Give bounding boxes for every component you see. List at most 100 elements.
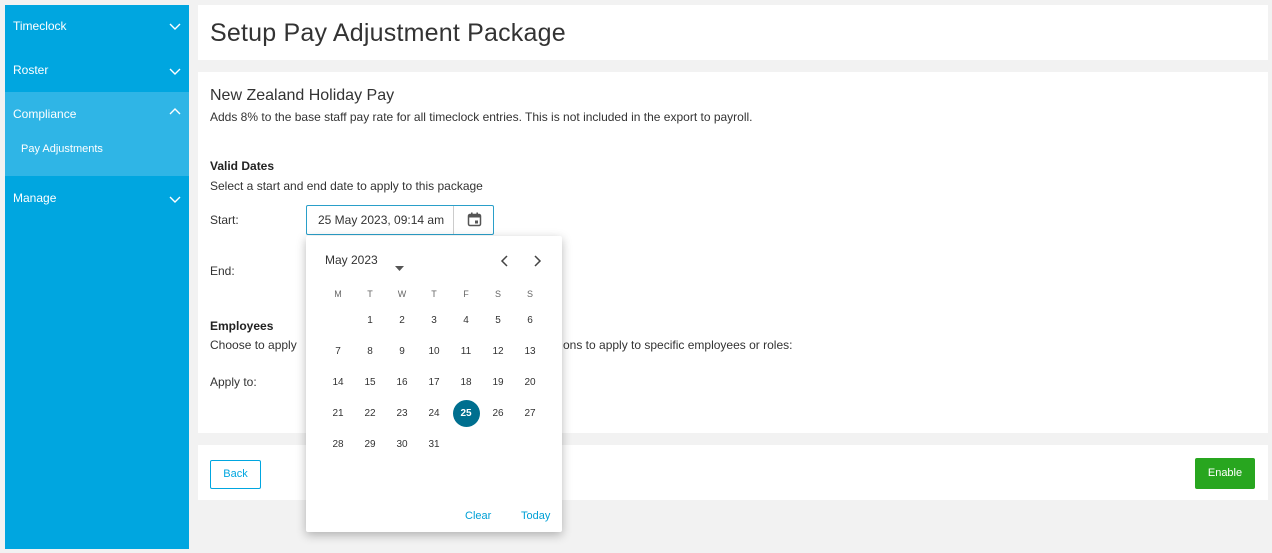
start-date-field[interactable]: 25 May 2023, 09:14 am — [306, 205, 494, 235]
sidebar-item-compliance[interactable]: Compliance Pay Adjustments — [5, 92, 189, 176]
calendar-day[interactable]: 14 — [322, 371, 354, 402]
calendar-day[interactable]: 6 — [514, 309, 546, 340]
calendar-day[interactable]: 10 — [418, 340, 450, 371]
chevron-right-icon[interactable] — [531, 254, 543, 268]
calendar-day-label: 4 — [463, 315, 469, 326]
calendar-day[interactable]: 13 — [514, 340, 546, 371]
calendar-day-label: 26 — [492, 408, 504, 419]
calendar-day[interactable]: 30 — [386, 433, 418, 464]
calendar-day-label: 12 — [492, 346, 504, 357]
valid-dates-text: Select a start and end date to apply to … — [210, 179, 483, 193]
sidebar-item-label: Compliance — [13, 107, 77, 121]
calendar-day[interactable]: 23 — [386, 402, 418, 433]
calendar-day[interactable]: 7 — [322, 340, 354, 371]
calendar-week-row: 1 2 3 4 5 6 — [322, 309, 546, 340]
calendar-day-label: 23 — [396, 408, 408, 419]
calendar-day[interactable]: 2 — [386, 309, 418, 340]
calendar-week-row: 14 15 16 17 18 19 20 — [322, 371, 546, 402]
calendar-button[interactable] — [453, 206, 493, 234]
calendar-day-label: 18 — [460, 377, 472, 388]
back-button[interactable]: Back — [210, 460, 261, 489]
calendar-day[interactable]: 29 — [354, 433, 386, 464]
weekday-label: S — [526, 289, 533, 299]
calendar-day-label: 11 — [460, 346, 472, 357]
sidebar-item-manage[interactable]: Manage — [5, 176, 189, 220]
calendar-month-label[interactable]: May 2023 — [325, 253, 378, 267]
calendar-day-label: 29 — [364, 439, 376, 450]
start-date-value[interactable]: 25 May 2023, 09:14 am — [318, 213, 444, 227]
calendar-day[interactable]: 28 — [322, 433, 354, 464]
calendar-day[interactable]: 9 — [386, 340, 418, 371]
calendar-day-label: 15 — [364, 377, 376, 388]
calendar-week-row: 7 8 9 10 11 12 13 — [322, 340, 546, 371]
chevron-down-icon — [169, 68, 181, 78]
clear-button[interactable]: Clear — [465, 510, 491, 522]
calendar-day-label: 30 — [396, 439, 408, 450]
sidebar-subitem-pay-adjustments[interactable]: Pay Adjustments — [21, 143, 103, 155]
calendar-day[interactable]: 11 — [450, 340, 482, 371]
weekday-label: F — [463, 289, 469, 299]
calendar-day-label: 13 — [524, 346, 536, 357]
calendar-day[interactable]: 22 — [354, 402, 386, 433]
weekday-label: W — [397, 289, 407, 299]
calendar-day-label: 31 — [428, 439, 440, 450]
calendar-day-label: 22 — [364, 408, 376, 419]
sidebar-item-timeclock[interactable]: Timeclock — [5, 5, 189, 48]
calendar-day[interactable]: 27 — [514, 402, 546, 433]
calendar-day-label: 27 — [524, 408, 536, 419]
calendar-day-label: 3 — [431, 315, 437, 326]
employees-text: Choose to apply — [210, 338, 297, 352]
calendar-empty-cell — [322, 309, 354, 340]
chevron-up-icon — [169, 107, 181, 117]
calendar-day-label: 2 — [399, 315, 405, 326]
caret-down-icon[interactable] — [395, 258, 404, 276]
calendar-day[interactable]: 4 — [450, 309, 482, 340]
sidebar: Timeclock Roster Compliance Pay Adjustme… — [5, 5, 189, 549]
weekday-label: T — [367, 289, 373, 299]
calendar-day[interactable]: 31 — [418, 433, 450, 464]
calendar-day[interactable]: 15 — [354, 371, 386, 402]
chevron-down-icon — [169, 196, 181, 206]
valid-dates-heading: Valid Dates — [210, 159, 275, 173]
sidebar-item-roster[interactable]: Roster — [5, 48, 189, 92]
apply-to-label: Apply to: — [210, 375, 257, 389]
package-description: Adds 8% to the base staff pay rate for a… — [210, 110, 753, 124]
sidebar-item-label: Timeclock — [13, 19, 67, 33]
weekday-label: S — [494, 289, 501, 299]
page-title: Setup Pay Adjustment Package — [210, 19, 566, 47]
calendar-empty-cell — [514, 433, 546, 464]
enable-button[interactable]: Enable — [1195, 458, 1255, 489]
calendar-day[interactable]: 18 — [450, 371, 482, 402]
calendar-day-label: 7 — [335, 346, 341, 357]
calendar-day[interactable]: 26 — [482, 402, 514, 433]
sidebar-item-label: Roster — [13, 63, 49, 77]
employees-heading: Employees — [210, 319, 274, 333]
chevron-down-icon — [169, 23, 181, 33]
weekday-label: T — [431, 289, 437, 299]
calendar-day[interactable]: 5 — [482, 309, 514, 340]
calendar-grid: M T W T F S S 1 2 3 4 5 6 7 8 9 10 11 12 13 14 15 16 17 18 19 20 21… — [322, 284, 546, 464]
calendar-day-label: 14 — [332, 377, 344, 388]
calendar-day-label: 10 — [428, 346, 440, 357]
calendar-day[interactable]: 21 — [322, 402, 354, 433]
chevron-left-icon[interactable] — [499, 254, 511, 268]
calendar-day-label: 5 — [495, 315, 501, 326]
calendar-day[interactable]: 24 — [418, 402, 450, 433]
calendar-week-row: 21 22 23 24 25 26 27 — [322, 400, 546, 433]
calendar-day[interactable]: 8 — [354, 340, 386, 371]
calendar-day[interactable]: 20 — [514, 371, 546, 402]
calendar-day-label: 17 — [428, 377, 440, 388]
calendar-day[interactable]: 16 — [386, 371, 418, 402]
calendar-day[interactable]: 19 — [482, 371, 514, 402]
calendar-day-label: 9 — [399, 346, 405, 357]
calendar-day[interactable]: 1 — [354, 309, 386, 340]
weekday-header-row: MTWTFSS — [322, 284, 546, 309]
calendar-day-selected[interactable]: 25 — [450, 400, 482, 433]
employees-text-continued: ons to apply to specific employees or ro… — [563, 338, 793, 352]
today-button[interactable]: Today — [521, 510, 550, 522]
weekday-label: M — [334, 289, 342, 299]
calendar-day[interactable]: 12 — [482, 340, 514, 371]
calendar-day-label: 6 — [527, 315, 533, 326]
calendar-day[interactable]: 17 — [418, 371, 450, 402]
calendar-day[interactable]: 3 — [418, 309, 450, 340]
